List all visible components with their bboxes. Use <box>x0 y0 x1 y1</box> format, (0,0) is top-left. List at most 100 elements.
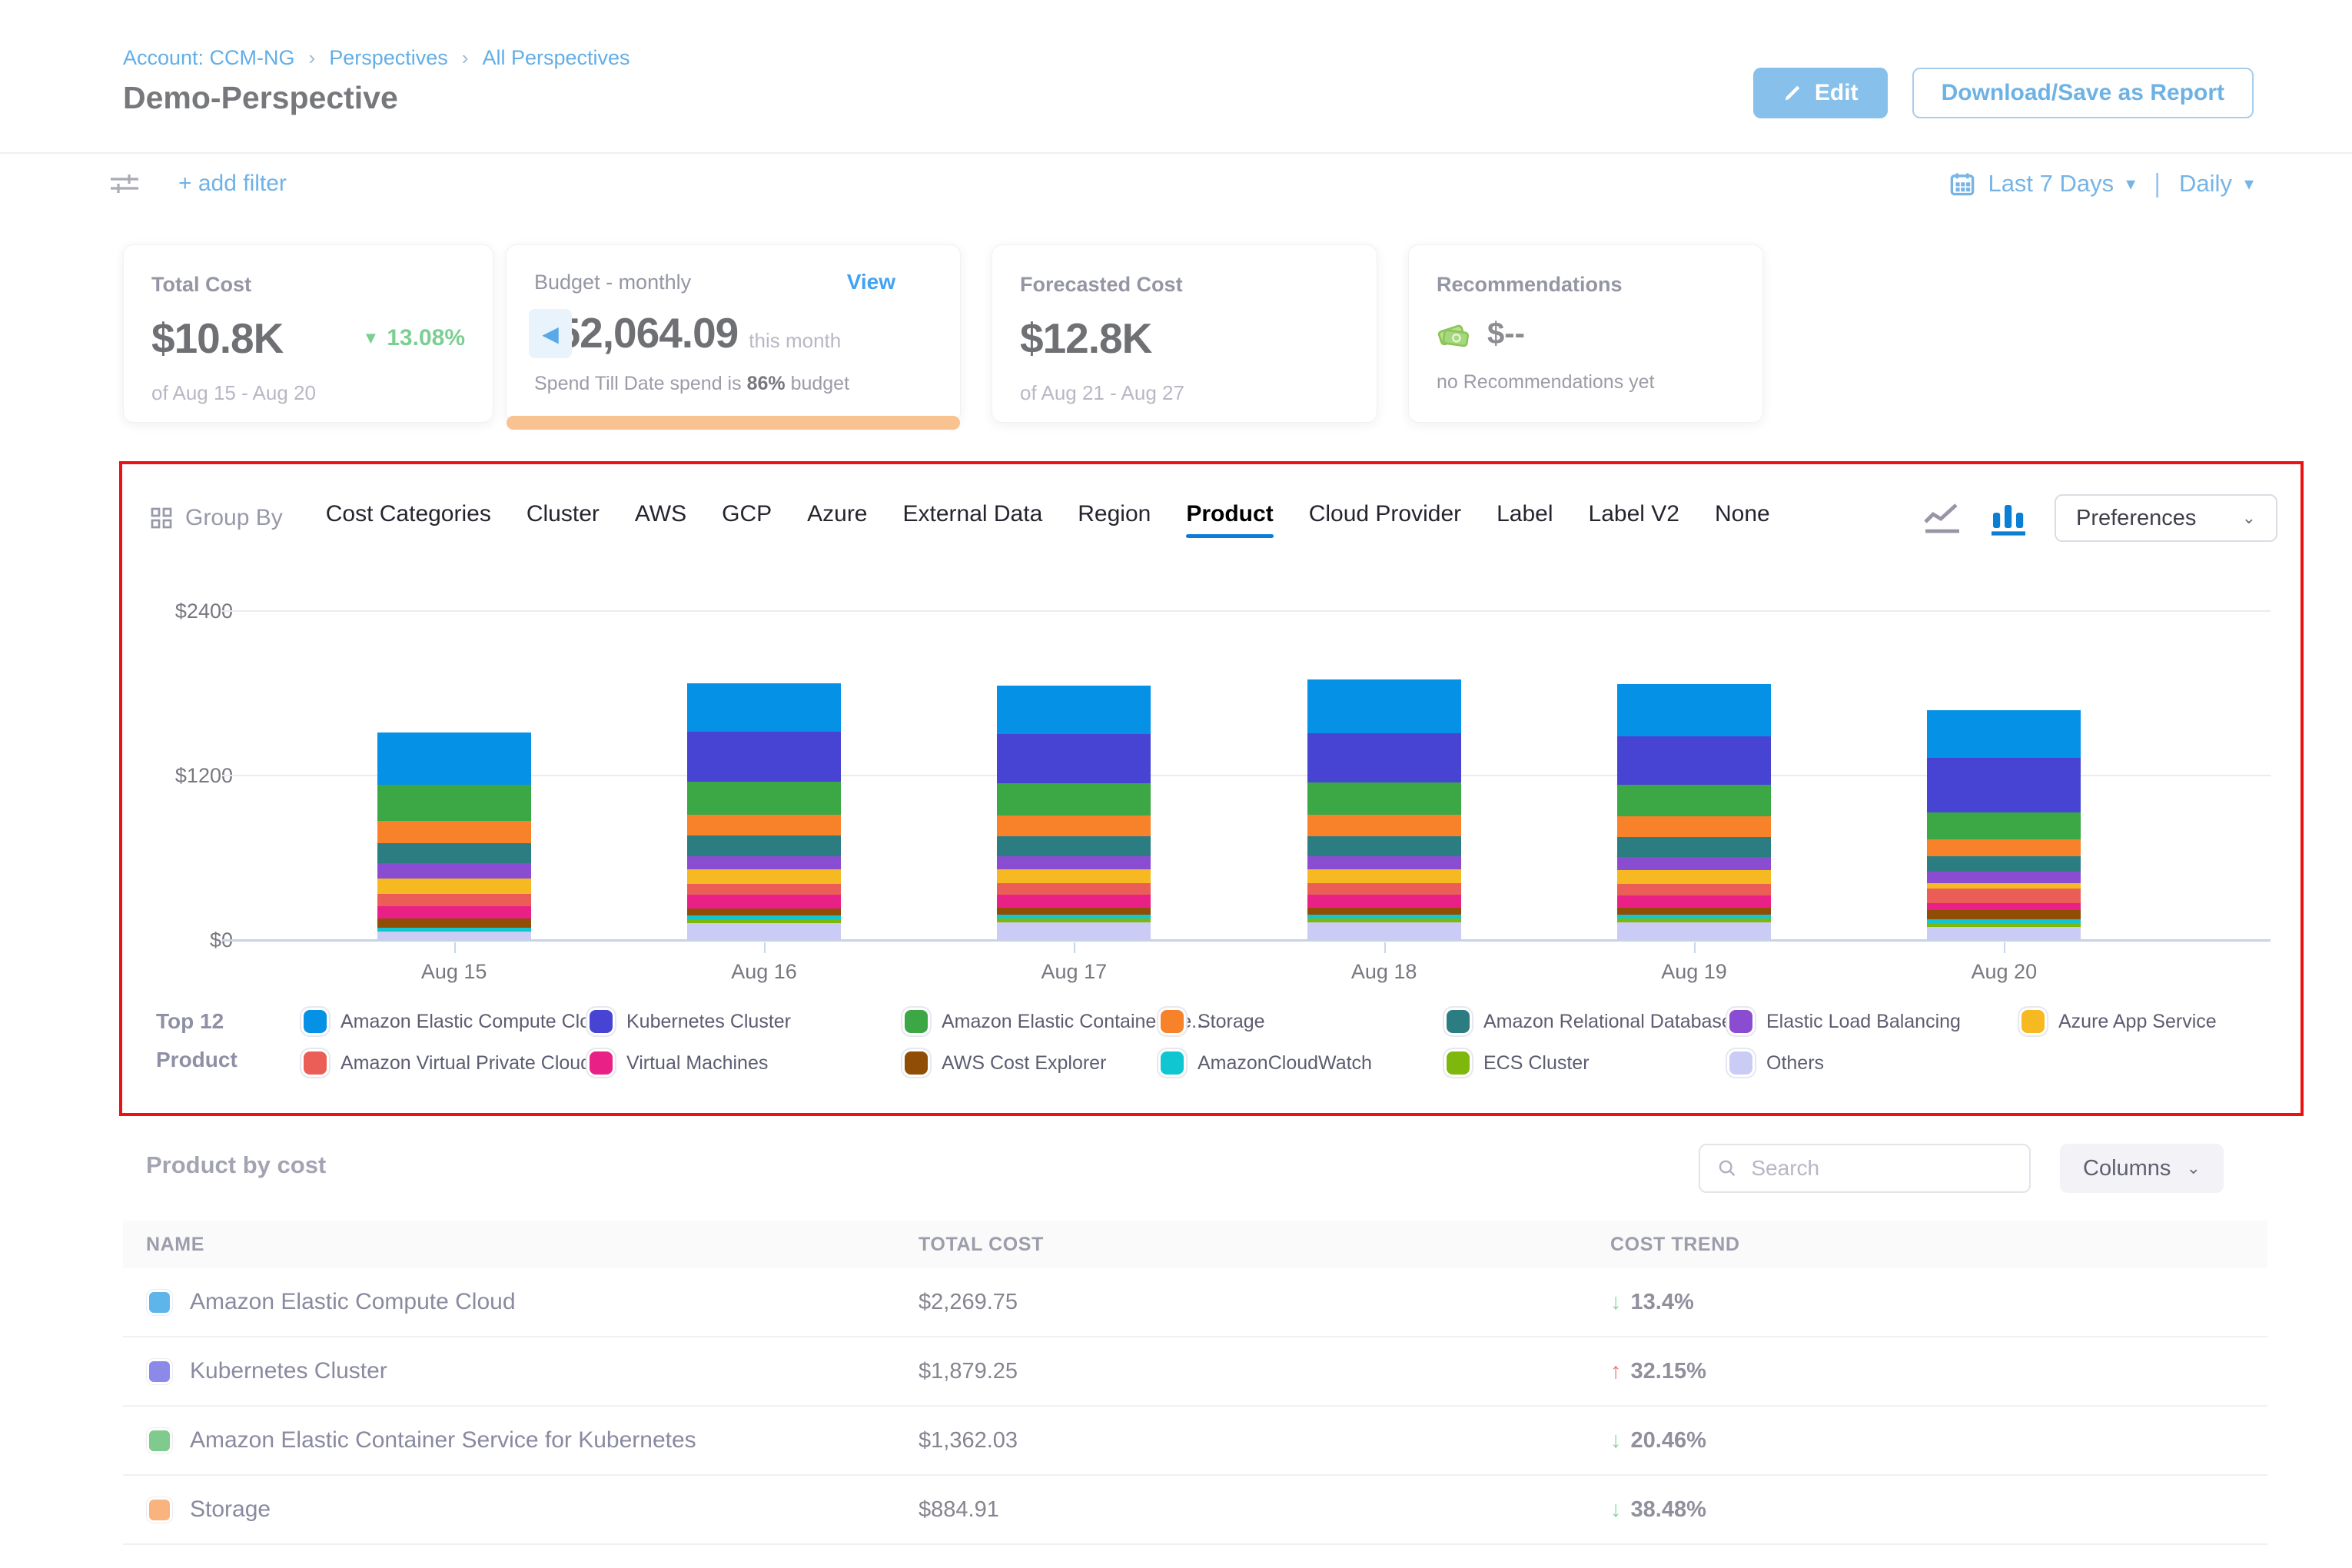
bar-segment[interactable] <box>377 843 531 863</box>
stacked-bar[interactable] <box>377 733 531 940</box>
bar-segment[interactable] <box>377 733 531 785</box>
tab-aws[interactable]: AWS <box>635 501 686 535</box>
bar-segment[interactable] <box>997 908 1151 915</box>
bar-segment[interactable] <box>997 856 1151 869</box>
add-filter-button[interactable]: + add filter <box>178 171 287 197</box>
bar-segment[interactable] <box>997 883 1151 895</box>
legend-item[interactable]: Amazon Elastic Compute Clo... <box>304 1002 590 1041</box>
search-input[interactable] <box>1749 1155 2012 1181</box>
bar-segment[interactable] <box>1307 815 1461 836</box>
table-row[interactable]: Amazon Elastic Compute Cloud$2,269.75↓13… <box>123 1268 2267 1337</box>
granularity-dropdown[interactable]: Daily <box>2179 170 2232 198</box>
bar-segment[interactable] <box>687 869 841 884</box>
tab-label-v2[interactable]: Label V2 <box>1589 501 1679 535</box>
tab-region[interactable]: Region <box>1078 501 1151 535</box>
bar-segment[interactable] <box>1927 883 2081 889</box>
bar-segment[interactable] <box>997 895 1151 908</box>
legend-item[interactable]: AmazonCloudWatch <box>1161 1044 1447 1082</box>
bar-segment[interactable] <box>1617 922 1771 940</box>
bar-segment[interactable] <box>1307 733 1461 782</box>
bar-segment[interactable] <box>1927 903 2081 911</box>
stacked-bar[interactable] <box>1927 710 2081 940</box>
bar-segment[interactable] <box>687 732 841 782</box>
bar-segment[interactable] <box>377 894 531 906</box>
bar-segment[interactable] <box>997 922 1151 940</box>
bar-segment[interactable] <box>1927 758 2081 812</box>
bar-segment[interactable] <box>1307 679 1461 733</box>
legend-item[interactable]: Others <box>1729 1044 2021 1082</box>
tab-none[interactable]: None <box>1715 501 1770 535</box>
bar-segment[interactable] <box>687 909 841 915</box>
bar-segment[interactable] <box>377 863 531 879</box>
bar-segment[interactable] <box>377 879 531 895</box>
bar-segment[interactable] <box>377 785 531 820</box>
bar-segment[interactable] <box>1927 889 2081 903</box>
bar-chart-icon[interactable] <box>1988 500 2028 536</box>
tab-azure[interactable]: Azure <box>807 501 867 535</box>
stacked-bar[interactable] <box>687 683 841 940</box>
product-name[interactable]: Storage <box>190 1497 271 1523</box>
columns-dropdown[interactable]: Columns ⌄ <box>2060 1144 2224 1193</box>
tab-external-data[interactable]: External Data <box>903 501 1043 535</box>
line-chart-icon[interactable] <box>1922 500 1962 536</box>
bar-segment[interactable] <box>687 856 841 869</box>
tab-cloud-provider[interactable]: Cloud Provider <box>1309 501 1461 535</box>
stacked-bar[interactable] <box>1307 679 1461 940</box>
bar-segment[interactable] <box>687 815 841 835</box>
bar-segment[interactable] <box>1617 895 1771 908</box>
bar-segment[interactable] <box>687 923 841 940</box>
bar-segment[interactable] <box>1927 856 2081 872</box>
bar-segment[interactable] <box>1307 883 1461 895</box>
bar-segment[interactable] <box>1307 895 1461 908</box>
legend-item[interactable]: Amazon Relational Database ... <box>1447 1002 1729 1041</box>
legend-item[interactable]: Storage <box>1161 1002 1447 1041</box>
bar-segment[interactable] <box>997 734 1151 783</box>
bar-segment[interactable] <box>1307 908 1461 915</box>
bar-segment[interactable] <box>1617 870 1771 884</box>
bar-segment[interactable] <box>377 919 531 928</box>
bar-segment[interactable] <box>997 783 1151 816</box>
bar-segment[interactable] <box>1617 884 1771 895</box>
date-range-dropdown[interactable]: Last 7 Days <box>1988 170 2114 198</box>
edit-button[interactable]: Edit <box>1753 68 1888 118</box>
carousel-prev-button[interactable]: ◀ <box>529 309 572 358</box>
filter-sliders-icon[interactable] <box>108 168 141 199</box>
bar-segment[interactable] <box>687 884 841 895</box>
bar-segment[interactable] <box>1927 710 2081 758</box>
bar-segment[interactable] <box>1927 927 2081 940</box>
bar-segment[interactable] <box>1617 908 1771 915</box>
table-row[interactable]: Amazon Elastic Container Service for Kub… <box>123 1407 2267 1476</box>
bar-segment[interactable] <box>997 816 1151 836</box>
bar-segment[interactable] <box>687 782 841 815</box>
budget-view-link[interactable]: View <box>847 270 895 294</box>
bar-segment[interactable] <box>1307 782 1461 815</box>
legend-item[interactable]: Virtual Machines <box>590 1044 905 1082</box>
bar-segment[interactable] <box>1617 785 1771 816</box>
tab-product[interactable]: Product <box>1186 501 1273 535</box>
breadcrumb-all-perspectives[interactable]: All Perspectives <box>482 46 630 70</box>
breadcrumb-account[interactable]: Account: CCM-NG <box>123 46 295 70</box>
table-row[interactable]: Storage$884.91↓38.48% <box>123 1476 2267 1545</box>
bar-segment[interactable] <box>377 932 531 940</box>
bar-segment[interactable] <box>1927 872 2081 882</box>
bar-segment[interactable] <box>1307 836 1461 856</box>
bar-segment[interactable] <box>1927 812 2081 840</box>
legend-item[interactable]: Amazon Elastic Container Se... <box>905 1002 1161 1041</box>
bar-segment[interactable] <box>1617 837 1771 857</box>
bar-segment[interactable] <box>377 906 531 919</box>
legend-item[interactable]: Amazon Virtual Private Cloud <box>304 1044 590 1082</box>
bar-segment[interactable] <box>687 835 841 856</box>
product-name[interactable]: Amazon Elastic Container Service for Kub… <box>190 1427 696 1453</box>
legend-item[interactable]: AWS Cost Explorer <box>905 1044 1161 1082</box>
bar-segment[interactable] <box>377 821 531 843</box>
bar-segment[interactable] <box>1927 839 2081 855</box>
stacked-bar[interactable] <box>1617 684 1771 940</box>
breadcrumb-perspectives[interactable]: Perspectives <box>329 46 448 70</box>
bar-segment[interactable] <box>1307 869 1461 883</box>
preferences-dropdown[interactable]: Preferences ⌄ <box>2055 494 2277 542</box>
bar-segment[interactable] <box>1307 856 1461 869</box>
bar-segment[interactable] <box>687 683 841 732</box>
bar-segment[interactable] <box>1617 736 1771 785</box>
bar-segment[interactable] <box>997 686 1151 734</box>
product-name[interactable]: Kubernetes Cluster <box>190 1358 387 1384</box>
